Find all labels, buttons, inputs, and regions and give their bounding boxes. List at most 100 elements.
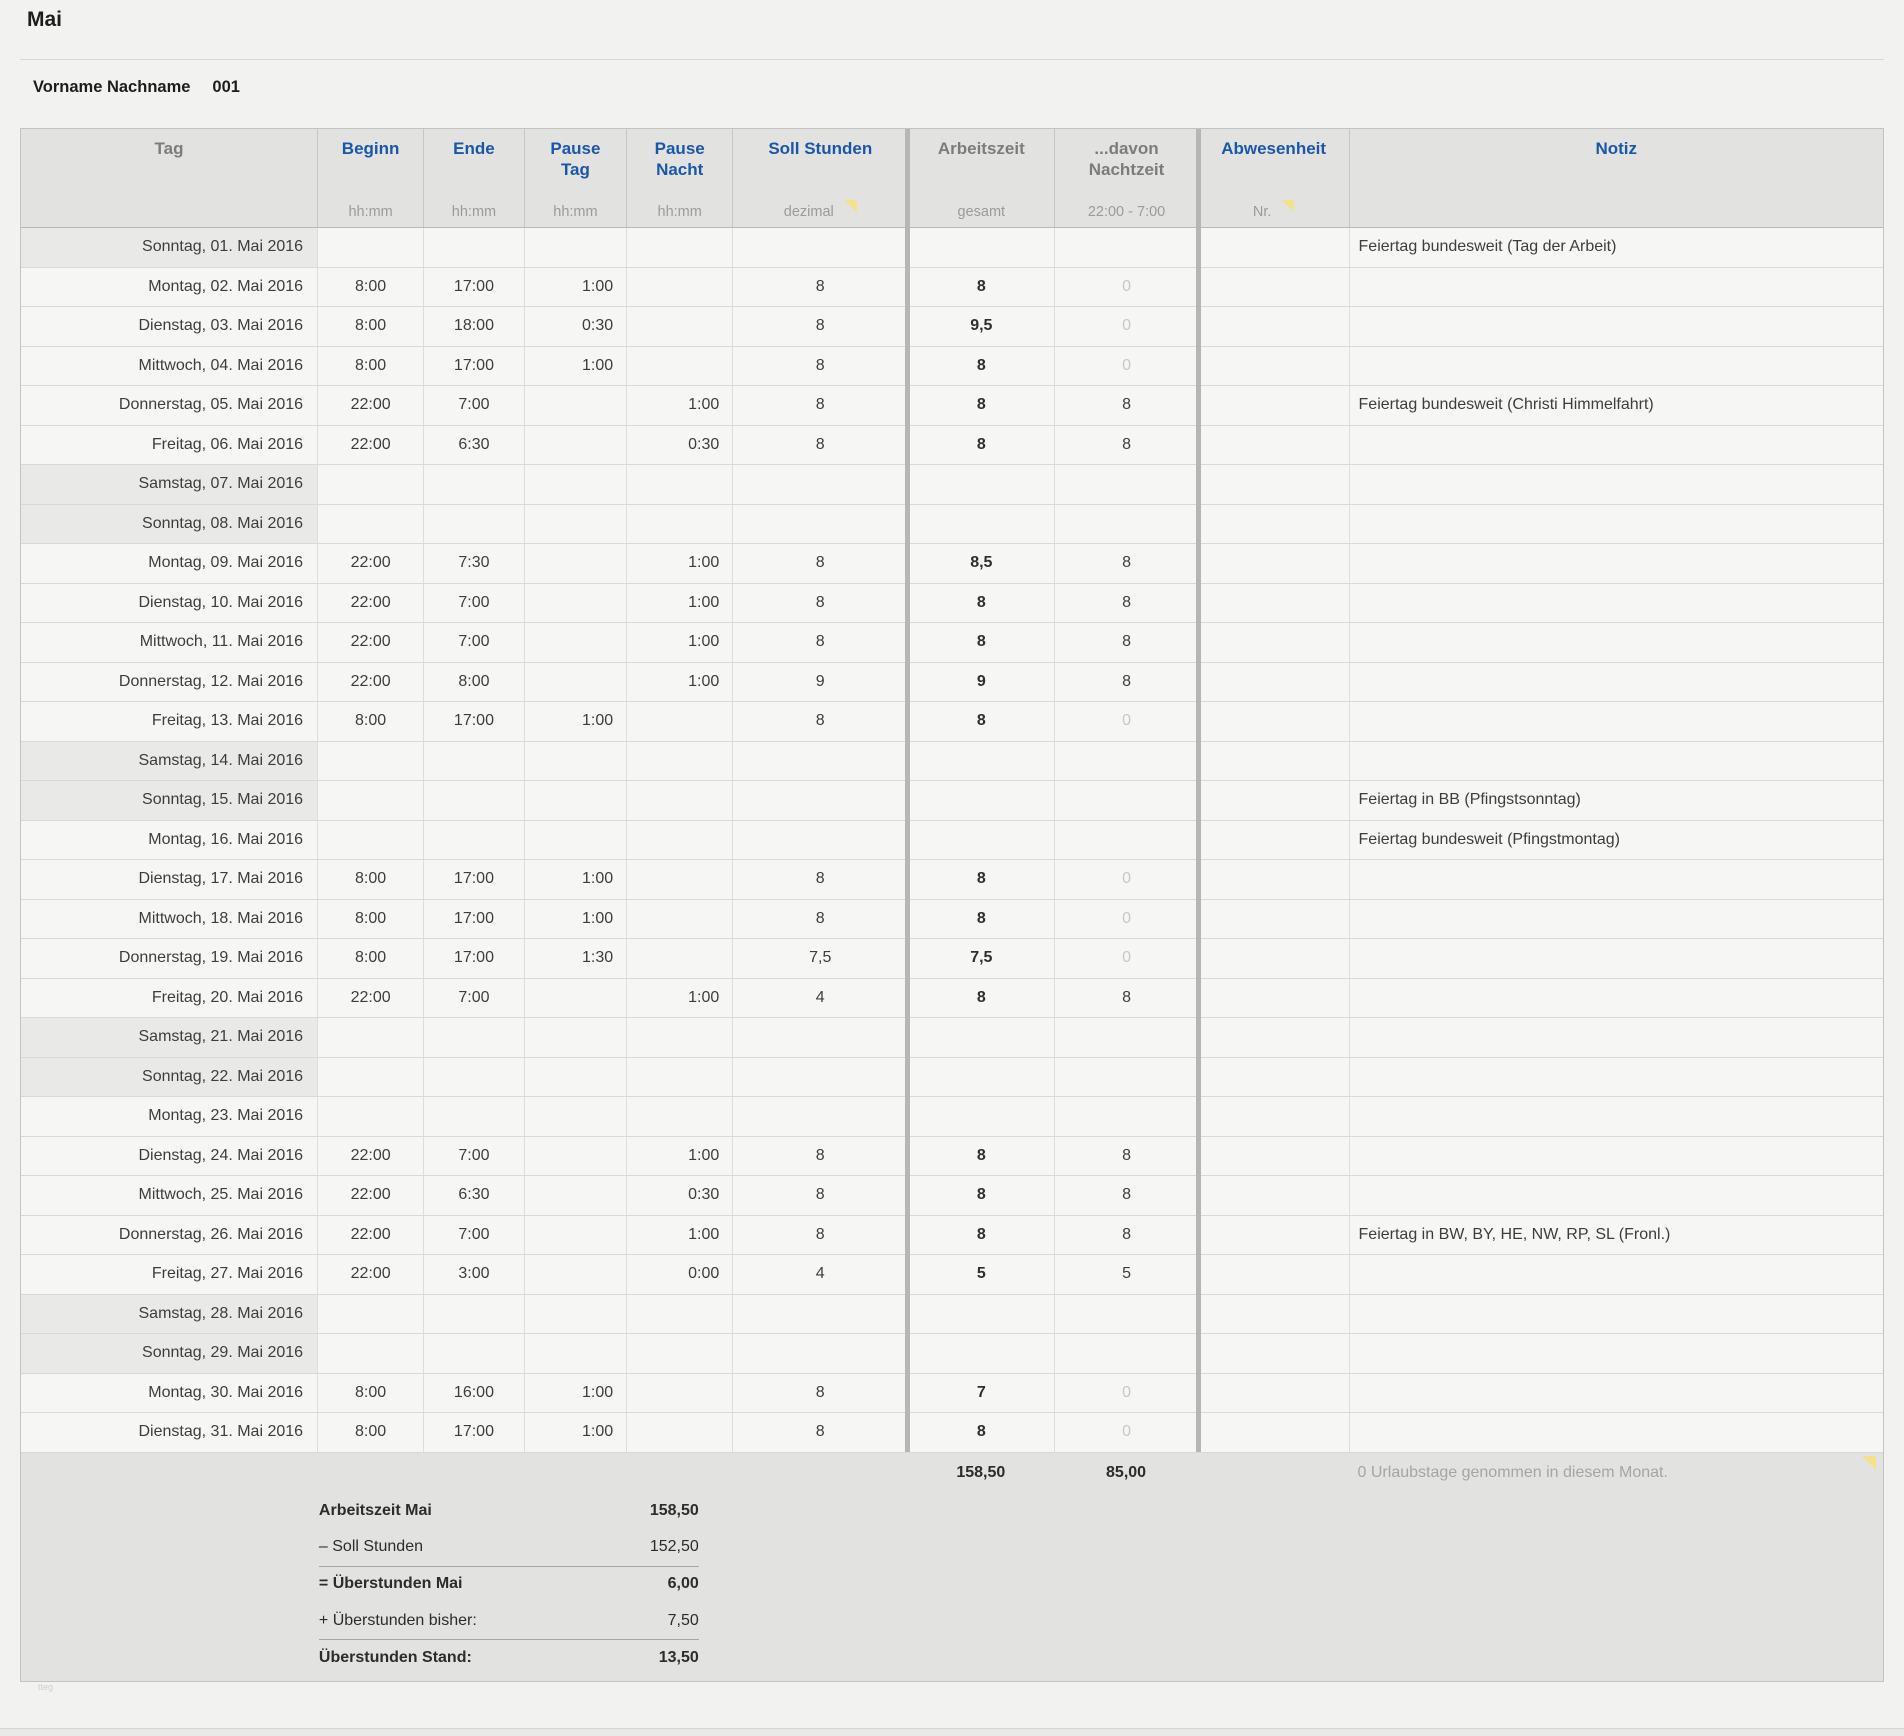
beginn-cell[interactable]: 22:00 [317, 1176, 423, 1215]
column-header-soll[interactable]: Soll Stundendezimal [732, 129, 907, 227]
soll-cell[interactable] [732, 1295, 907, 1334]
abw-cell[interactable] [1198, 347, 1349, 386]
nacht-cell[interactable] [1054, 1018, 1197, 1057]
arbeit-cell[interactable]: 5 [907, 1255, 1054, 1294]
day-cell[interactable]: Sonntag, 22. Mai 2016 [21, 1058, 317, 1097]
nacht-cell[interactable]: 8 [1054, 1216, 1197, 1255]
soll-cell[interactable] [732, 228, 907, 267]
nacht-cell[interactable]: 0 [1054, 1413, 1197, 1452]
day-cell[interactable]: Mittwoch, 18. Mai 2016 [21, 900, 317, 939]
beginn-cell[interactable] [317, 505, 423, 544]
pause_tag-cell[interactable]: 1:00 [524, 702, 626, 741]
arbeit-cell[interactable] [907, 781, 1054, 820]
abw-cell[interactable] [1198, 544, 1349, 583]
notiz-cell[interactable] [1349, 544, 1883, 583]
day-cell[interactable]: Freitag, 20. Mai 2016 [21, 979, 317, 1018]
pause_tag-cell[interactable] [524, 1334, 626, 1373]
nacht-cell[interactable]: 0 [1054, 860, 1197, 899]
person-name-cell[interactable]: Vorname Nachname [33, 78, 190, 96]
day-cell[interactable]: Samstag, 28. Mai 2016 [21, 1295, 317, 1334]
soll-cell[interactable]: 8 [732, 900, 907, 939]
notiz-cell[interactable] [1349, 347, 1883, 386]
day-cell[interactable]: Freitag, 13. Mai 2016 [21, 702, 317, 741]
day-cell[interactable]: Montag, 02. Mai 2016 [21, 268, 317, 307]
notiz-cell[interactable] [1349, 1295, 1883, 1334]
pause_tag-cell[interactable] [524, 1058, 626, 1097]
pause_tag-cell[interactable] [524, 1255, 626, 1294]
nacht-cell[interactable]: 5 [1054, 1255, 1197, 1294]
day-cell[interactable]: Dienstag, 03. Mai 2016 [21, 307, 317, 346]
ende-cell[interactable]: 17:00 [423, 347, 524, 386]
arbeit-cell[interactable] [907, 505, 1054, 544]
arbeit-cell[interactable]: 8 [907, 426, 1054, 465]
pause_tag-cell[interactable] [524, 979, 626, 1018]
summary-label-cell[interactable]: Arbeitszeit Mai [319, 1502, 432, 1520]
pause_tag-cell[interactable] [524, 623, 626, 662]
pause_tag-cell[interactable]: 1:00 [524, 900, 626, 939]
abw-cell[interactable] [1198, 821, 1349, 860]
summary-value-cell[interactable]: 6,00 [668, 1575, 699, 1593]
nacht-cell[interactable]: 0 [1054, 347, 1197, 386]
column-header-pause_tag[interactable]: Pause Taghh:mm [524, 129, 626, 227]
arbeit-cell[interactable]: 8 [907, 1216, 1054, 1255]
arbeit-cell[interactable]: 8 [907, 584, 1054, 623]
soll-cell[interactable] [732, 505, 907, 544]
abw-cell[interactable] [1198, 1176, 1349, 1215]
ende-cell[interactable] [423, 821, 524, 860]
pause_nacht-cell[interactable] [626, 702, 732, 741]
comment-marker-icon[interactable] [844, 200, 857, 212]
pause_nacht-cell[interactable]: 1:00 [626, 544, 732, 583]
nacht-cell[interactable]: 8 [1054, 426, 1197, 465]
soll-cell[interactable]: 7,5 [732, 939, 907, 978]
pause_tag-cell[interactable] [524, 1176, 626, 1215]
abw-cell[interactable] [1198, 505, 1349, 544]
abw-cell[interactable] [1198, 1097, 1349, 1136]
arbeit-cell[interactable] [907, 742, 1054, 781]
soll-cell[interactable]: 8 [732, 1216, 907, 1255]
beginn-cell[interactable]: 8:00 [317, 860, 423, 899]
abw-cell[interactable] [1198, 268, 1349, 307]
ende-cell[interactable]: 16:00 [423, 1374, 524, 1413]
summary-value-cell[interactable]: 152,50 [650, 1538, 699, 1556]
pause_tag-cell[interactable] [524, 663, 626, 702]
day-cell[interactable]: Donnerstag, 19. Mai 2016 [21, 939, 317, 978]
pause_nacht-cell[interactable] [626, 1058, 732, 1097]
beginn-cell[interactable]: 8:00 [317, 347, 423, 386]
beginn-cell[interactable]: 22:00 [317, 386, 423, 425]
soll-cell[interactable]: 8 [732, 386, 907, 425]
arbeit-cell[interactable]: 7 [907, 1374, 1054, 1413]
ende-cell[interactable]: 7:00 [423, 1216, 524, 1255]
soll-cell[interactable]: 8 [732, 1137, 907, 1176]
pause_nacht-cell[interactable] [626, 821, 732, 860]
nacht-cell[interactable]: 0 [1054, 900, 1197, 939]
arbeit-cell[interactable]: 8 [907, 1137, 1054, 1176]
arbeit-cell[interactable]: 7,5 [907, 939, 1054, 978]
soll-cell[interactable]: 8 [732, 1176, 907, 1215]
pause_nacht-cell[interactable]: 1:00 [626, 1137, 732, 1176]
pause_tag-cell[interactable] [524, 1295, 626, 1334]
ende-cell[interactable] [423, 1058, 524, 1097]
ende-cell[interactable] [423, 228, 524, 267]
notiz-cell[interactable] [1349, 1334, 1883, 1373]
soll-cell[interactable] [732, 1334, 907, 1373]
notiz-cell[interactable] [1349, 1176, 1883, 1215]
ende-cell[interactable]: 3:00 [423, 1255, 524, 1294]
pause_tag-cell[interactable] [524, 821, 626, 860]
nacht-cell[interactable] [1054, 1295, 1197, 1334]
beginn-cell[interactable]: 8:00 [317, 1413, 423, 1452]
nacht-cell[interactable] [1054, 465, 1197, 504]
beginn-cell[interactable] [317, 742, 423, 781]
soll-cell[interactable]: 8 [732, 544, 907, 583]
abw-cell[interactable] [1198, 228, 1349, 267]
soll-cell[interactable]: 8 [732, 347, 907, 386]
arbeit-cell[interactable]: 8 [907, 979, 1054, 1018]
notiz-cell[interactable] [1349, 623, 1883, 662]
ende-cell[interactable]: 17:00 [423, 702, 524, 741]
pause_nacht-cell[interactable] [626, 228, 732, 267]
abw-cell[interactable] [1198, 623, 1349, 662]
abw-cell[interactable] [1198, 900, 1349, 939]
nacht-cell[interactable]: 8 [1054, 1176, 1197, 1215]
ende-cell[interactable] [423, 1018, 524, 1057]
day-cell[interactable]: Sonntag, 08. Mai 2016 [21, 505, 317, 544]
notiz-cell[interactable] [1349, 1058, 1883, 1097]
